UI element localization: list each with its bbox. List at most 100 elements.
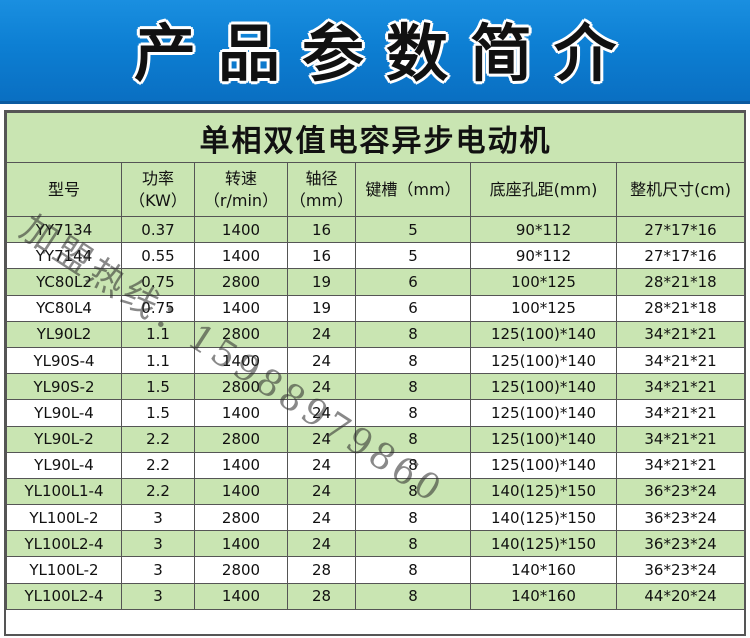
table-cell: 1400: [194, 346, 288, 375]
table-cell: 8: [355, 556, 471, 584]
table-cell: 3: [121, 582, 195, 610]
table-cell: 8: [355, 373, 471, 401]
header-banner: 产品参数简介: [0, 0, 750, 104]
table-cell: 5: [355, 215, 471, 244]
column-header-label: 底座孔距(mm): [489, 179, 598, 199]
table-cell: 1.1: [121, 320, 195, 348]
table-cell: 1400: [194, 215, 288, 244]
table-cell: 8: [355, 477, 471, 506]
table-cell: 2800: [194, 504, 288, 532]
table-cell: YL90L-4: [6, 451, 122, 479]
table-cell: 3: [121, 556, 195, 584]
table-cell: 34*21*21: [615, 399, 746, 427]
table-cell: 24: [287, 504, 356, 532]
table-cell: 140(125)*150: [470, 477, 617, 506]
column-header: 功率 （KW）: [121, 162, 195, 217]
table-cell: 2.2: [121, 425, 195, 453]
table-row: YL90L-2 2.2 2800 24 8 125(100)*140 34*21*21: [6, 425, 746, 453]
column-header-label: 型号: [47, 179, 80, 199]
column-header-unit: （mm）: [289, 190, 354, 210]
table-cell: YL100L-2: [6, 504, 122, 532]
table-cell: YC80L2: [6, 268, 122, 296]
table-cell: 1.5: [121, 373, 195, 401]
table-cell: 8: [355, 451, 471, 479]
table-cell: 28*21*18: [615, 268, 746, 296]
table-cell: 36*23*24: [615, 530, 746, 558]
table-cell: 125(100)*140: [470, 451, 617, 479]
table-cell: 24: [287, 399, 356, 427]
table-cell: 24: [287, 320, 356, 348]
table-cell: 125(100)*140: [470, 399, 617, 427]
column-header: 整机尺寸(cm): [615, 162, 746, 217]
column-header-label: 整机尺寸(cm): [630, 179, 731, 199]
table-cell: 28*21*18: [615, 294, 746, 322]
table-cell: 100*125: [470, 294, 617, 322]
table-cell: 34*21*21: [615, 425, 746, 453]
table-row: YY7144 0.55 1400 16 5 90*112 27*17*16: [6, 242, 746, 270]
table-cell: YL100L-2: [6, 556, 122, 584]
table-cell: 36*23*24: [615, 504, 746, 532]
table-cell: YL90S-2: [6, 373, 122, 401]
table-cell: 2800: [194, 320, 288, 348]
table-cell: 16: [287, 242, 356, 270]
table-row: YL100L-2 3 2800 28 8 140*160 36*23*24: [6, 556, 746, 584]
table-cell: 28: [287, 582, 356, 610]
table-cell: 24: [287, 373, 356, 401]
table-cell: 2800: [194, 425, 288, 453]
table-cell: 34*21*21: [615, 451, 746, 479]
column-header: 底座孔距(mm): [470, 162, 617, 217]
table-cell: 34*21*21: [615, 373, 746, 401]
table-cell: 27*17*16: [615, 215, 746, 244]
column-header-label: 转速: [224, 168, 257, 188]
table-cell: 3: [121, 530, 195, 558]
table-cell: 140*160: [470, 556, 617, 584]
table-cell: 19: [287, 268, 356, 296]
table-row: YL90L-4 1.5 1400 24 8 125(100)*140 34*21*21: [6, 399, 746, 427]
table-cell: 1400: [194, 582, 288, 610]
table-cell: 16: [287, 215, 356, 244]
table-cell: 6: [355, 268, 471, 296]
page-title: 产品参数简介: [133, 16, 638, 91]
table-cell: 24: [287, 346, 356, 375]
table-cell: 0.37: [121, 215, 195, 244]
column-header: 型号: [6, 162, 122, 217]
spec-table: 单相双值电容异步电动机 型号 功率 （KW） 转速 （r/min） 轴径 （mm） 键槽（mm…: [5, 112, 746, 610]
table-cell: 125(100)*140: [470, 373, 617, 401]
column-header-label: 轴径: [305, 168, 338, 188]
table-cell: 2.2: [121, 451, 195, 479]
table-cell: 8: [355, 530, 471, 558]
table-row: YC80L2 0.75 2800 19 6 100*125 28*21*18: [6, 268, 746, 296]
column-header-unit: （KW）: [129, 190, 187, 210]
table-cell: 125(100)*140: [470, 320, 617, 348]
table-cell: 1.5: [121, 399, 195, 427]
table-cell: 28: [287, 556, 356, 584]
table-cell: 140*160: [470, 582, 617, 610]
table-cell: YL100L2-4: [6, 530, 122, 558]
table-cell: 0.75: [121, 268, 195, 296]
table-cell: 2800: [194, 556, 288, 584]
table-cell: 125(100)*140: [470, 346, 617, 375]
column-header-unit: （r/min）: [203, 190, 279, 210]
column-header: 轴径 （mm）: [287, 162, 356, 217]
table-cell: 8: [355, 504, 471, 532]
table-cell: YC80L4: [6, 294, 122, 322]
table-cell: 34*21*21: [615, 346, 746, 375]
table-cell: 0.75: [121, 294, 195, 322]
table-cell: 1.1: [121, 346, 195, 375]
table-row: YL100L1-4 2.2 1400 24 8 140(125)*150 36*23*24: [6, 477, 746, 506]
table-cell: 19: [287, 294, 356, 322]
table-cell: 8: [355, 320, 471, 348]
table-cell: 90*112: [470, 215, 617, 244]
table-cell: 8: [355, 346, 471, 375]
table-cell: 8: [355, 582, 471, 610]
table-cell: 125(100)*140: [470, 425, 617, 453]
table-cell: 1400: [194, 477, 288, 506]
table-cell: 1400: [194, 294, 288, 322]
column-header: 键槽（mm）: [355, 162, 471, 217]
table-cell: YY7134: [6, 215, 122, 244]
spec-table-container: 单相双值电容异步电动机 型号 功率 （KW） 转速 （r/min） 轴径 （mm） 键槽（mm…: [4, 110, 746, 636]
table-header-row: 型号 功率 （KW） 转速 （r/min） 轴径 （mm） 键槽（mm） 底座孔距(mm) 整机尺…: [6, 162, 746, 217]
table-cell: 8: [355, 399, 471, 427]
table-cell: 24: [287, 477, 356, 506]
table-cell: 1400: [194, 242, 288, 270]
